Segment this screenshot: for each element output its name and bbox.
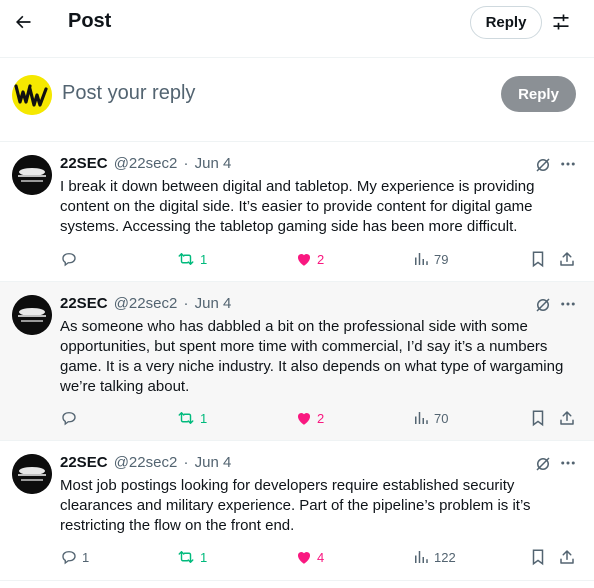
repost-icon [178,253,194,265]
reply-icon [62,253,76,267]
share-icon[interactable] [558,249,576,269]
heart-icon [297,253,311,266]
view-count: 122 [434,549,456,565]
more-icon[interactable] [558,294,578,314]
grok-icon[interactable] [533,155,553,175]
tweet-text: As someone who has dabbled a bit on the … [60,318,564,395]
tweet-header: 22SEC @22sec2 · Jun 4 [60,155,231,172]
reply-tweet[interactable]: 22SEC @22sec2 · Jun 4 As someone who has… [0,282,594,441]
author-handle[interactable]: @22sec2 [114,454,178,471]
repost-count: 1 [200,549,208,565]
post-date[interactable]: Jun 4 [195,155,232,172]
repost-count: 1 [200,410,208,426]
separator-dot: · [183,454,189,471]
page-title: Post [68,10,112,32]
separator-dot: · [183,295,189,312]
bookmark-icon[interactable] [529,249,547,269]
repost-action[interactable]: 1 [176,547,207,567]
author-name[interactable]: 22SEC [60,454,108,471]
analytics-icon [415,551,428,563]
tweet-header: 22SEC @22sec2 · Jun 4 [60,295,231,312]
grok-icon[interactable] [533,295,553,315]
repost-icon [178,412,194,424]
reply-icon [62,412,76,426]
reply-tweet[interactable]: 22SEC @22sec2 · Jun 4 Most job postings … [0,441,594,581]
more-icon[interactable] [558,453,578,473]
reply-input[interactable]: Post your reply [62,82,195,105]
heart-icon [297,551,311,564]
author-name[interactable]: 22SEC [60,295,108,312]
repost-count: 1 [200,251,208,267]
header-reply-button[interactable]: Reply [470,6,542,39]
analytics-icon [415,412,428,424]
view-count: 79 [434,251,449,267]
views-action[interactable]: 79 [412,249,448,269]
reply-count: 1 [82,549,90,565]
post-date[interactable]: Jun 4 [195,454,232,471]
avatar[interactable] [12,454,52,494]
views-action[interactable]: 70 [412,408,448,428]
like-count: 4 [317,549,325,565]
tweet-header: 22SEC @22sec2 · Jun 4 [60,454,231,471]
repost-action[interactable]: 1 [176,408,207,428]
share-icon[interactable] [558,547,576,567]
like-count: 2 [317,410,325,426]
like-count: 2 [317,251,325,267]
tweet-text: Most job postings looking for developers… [60,477,531,534]
reply-tweet[interactable]: 22SEC @22sec2 · Jun 4 I break it down be… [0,142,594,282]
separator-dot: · [183,155,189,172]
views-action[interactable]: 122 [412,547,456,567]
grok-icon[interactable] [533,454,553,474]
heart-icon [297,412,311,425]
share-icon[interactable] [558,408,576,428]
back-arrow-icon[interactable] [8,7,38,37]
post-date[interactable]: Jun 4 [195,295,232,312]
avatar[interactable] [12,295,52,335]
reply-composer: Post your reply Reply [0,58,594,142]
repost-icon [178,551,194,563]
view-count: 70 [434,410,449,426]
author-name[interactable]: 22SEC [60,155,108,172]
tweet-text: I break it down between digital and tabl… [60,178,535,235]
repost-action[interactable]: 1 [176,249,207,269]
reply-action[interactable] [60,408,82,428]
author-handle[interactable]: @22sec2 [114,295,178,312]
more-icon[interactable] [558,154,578,174]
bookmark-icon[interactable] [529,408,547,428]
like-action[interactable]: 2 [295,249,324,269]
like-action[interactable]: 2 [295,408,324,428]
like-action[interactable]: 4 [295,547,324,567]
reply-submit-button[interactable]: Reply [501,76,576,112]
avatar[interactable] [12,75,52,115]
avatar[interactable] [12,155,52,195]
sliders-icon[interactable] [548,9,574,35]
reply-icon [62,551,76,565]
reply-action[interactable]: 1 [60,547,89,567]
author-handle[interactable]: @22sec2 [114,155,178,172]
reply-action[interactable] [60,249,82,269]
bookmark-icon[interactable] [529,547,547,567]
top-header: Post Reply [0,0,594,58]
analytics-icon [415,253,428,265]
